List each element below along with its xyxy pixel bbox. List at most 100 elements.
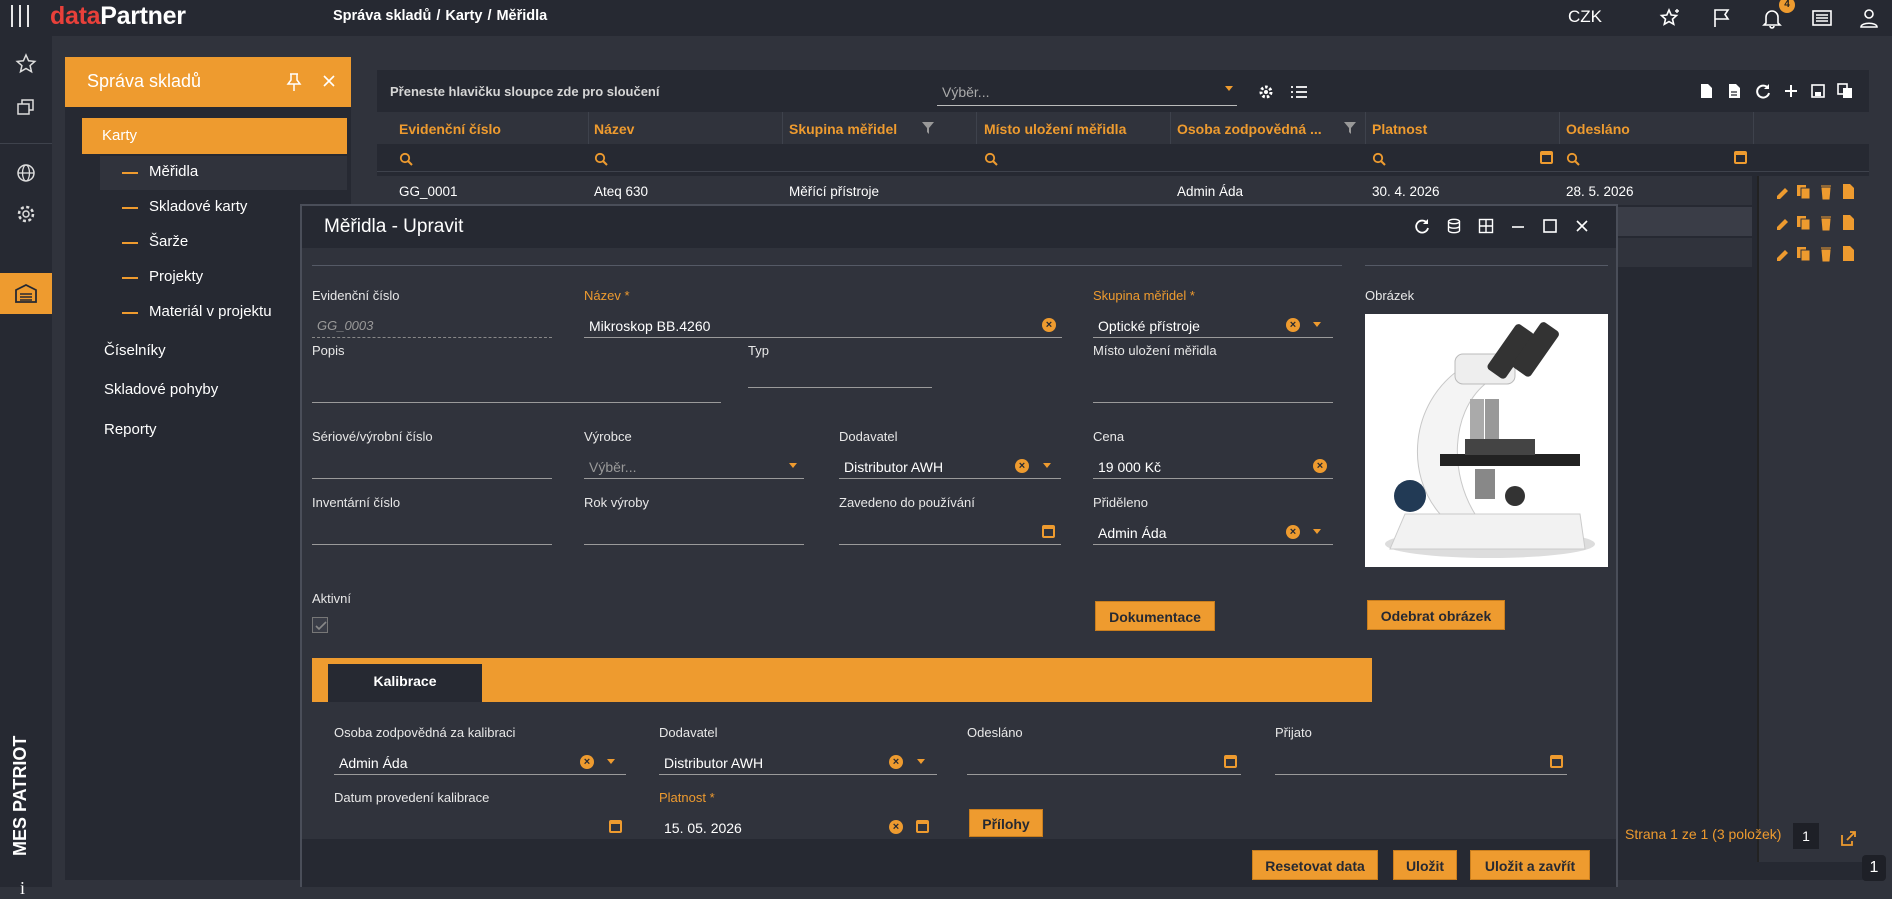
add-icon[interactable] — [1783, 83, 1799, 99]
close-icon[interactable] — [1574, 218, 1590, 234]
search-icon[interactable] — [984, 152, 998, 166]
sidebar-item-meridla[interactable]: Měřidla — [100, 156, 347, 190]
sidebar-item-karty[interactable]: Karty — [82, 118, 347, 154]
clear-icon[interactable]: × — [889, 755, 903, 769]
warehouse-icon[interactable] — [9, 276, 43, 310]
cena-input[interactable]: 19 000 Kč × — [1093, 455, 1333, 479]
chevron-down-icon[interactable] — [1043, 463, 1051, 468]
layout-grid-icon[interactable] — [1478, 218, 1494, 234]
export-doc-icon[interactable] — [1699, 83, 1713, 99]
breadcrumb-item[interactable]: Karty — [445, 8, 482, 24]
save-button[interactable]: Uložit — [1393, 850, 1457, 880]
chevron-down-icon[interactable] — [1313, 529, 1321, 534]
currency-selector[interactable]: CZK — [1568, 7, 1602, 27]
typ-input[interactable] — [748, 364, 932, 388]
filter-icon[interactable] — [921, 121, 935, 135]
clear-icon[interactable]: × — [889, 820, 903, 834]
open-external-icon[interactable] — [1833, 824, 1863, 854]
column-header-platnost[interactable]: Platnost — [1372, 121, 1427, 137]
rok-input[interactable] — [584, 521, 804, 545]
remove-image-button[interactable]: Odebrat obrázek — [1367, 600, 1505, 630]
column-header-evid[interactable]: Evidenční číslo — [399, 121, 501, 137]
search-icon[interactable] — [594, 152, 608, 166]
dokumentace-button[interactable]: Dokumentace — [1095, 601, 1215, 631]
gear-icon[interactable] — [1257, 83, 1275, 101]
star-magic-icon[interactable] — [1658, 7, 1682, 29]
refresh-icon[interactable] — [1414, 218, 1430, 234]
breadcrumb-item[interactable]: Správa skladů — [333, 8, 431, 24]
calendar-icon[interactable] — [916, 820, 929, 833]
database-icon[interactable] — [1446, 218, 1462, 234]
clear-icon[interactable]: × — [1313, 459, 1327, 473]
clear-icon[interactable]: × — [580, 755, 594, 769]
save-close-button[interactable]: Uložit a zavřít — [1470, 850, 1590, 880]
chevron-down-icon[interactable] — [917, 759, 925, 764]
page-number[interactable]: 1 — [1793, 823, 1819, 849]
calendar-icon[interactable] — [609, 820, 622, 833]
save-icon[interactable] — [1811, 83, 1825, 99]
maximize-icon[interactable] — [1542, 218, 1558, 234]
calendar-icon[interactable] — [1734, 151, 1747, 164]
user-icon[interactable] — [1857, 7, 1881, 29]
calendar-icon[interactable] — [1540, 151, 1553, 164]
settings-gear-icon[interactable] — [9, 197, 43, 231]
logo[interactable]: dataPartner — [50, 2, 186, 31]
inventar-input[interactable] — [312, 521, 552, 545]
column-header-odeslano[interactable]: Odesláno — [1566, 121, 1630, 137]
favorites-star-icon[interactable] — [9, 47, 43, 81]
nazev-input[interactable]: Mikroskop BB.4260 × — [584, 314, 1062, 338]
search-icon[interactable] — [1566, 152, 1580, 166]
vyrobce-select[interactable]: Výběr... — [584, 455, 804, 479]
column-header-misto[interactable]: Místo uložení měřidla — [984, 121, 1126, 137]
kal-osoba-select[interactable]: Admin Áda × — [334, 751, 626, 775]
table-row[interactable]: GG_0001 Ateq 630 Měřící přístroje Admin … — [377, 176, 1752, 206]
kal-dodavatel-select[interactable]: Distributor AWH × — [659, 751, 937, 775]
sidebar-item-reporty[interactable]: Reporty — [104, 421, 157, 438]
calendar-icon[interactable] — [1224, 755, 1237, 768]
column-list-icon[interactable] — [1290, 84, 1308, 100]
layout-select[interactable]: Výběr... — [937, 78, 1237, 106]
chevron-down-icon[interactable] — [1313, 322, 1321, 327]
clear-icon[interactable]: × — [1042, 318, 1056, 332]
prideleno-select[interactable]: Admin Áda × — [1093, 521, 1333, 545]
minimize-icon[interactable] — [1510, 218, 1526, 234]
serial-input[interactable] — [312, 455, 552, 479]
refresh-icon[interactable] — [1755, 83, 1771, 99]
bottom-count-badge[interactable]: 1 — [1862, 855, 1886, 881]
news-icon[interactable] — [1810, 7, 1834, 29]
clear-icon[interactable]: × — [1286, 525, 1300, 539]
skupina-select[interactable]: Optické přístroje × — [1093, 314, 1333, 338]
flag-icon[interactable] — [1710, 7, 1734, 29]
search-icon[interactable] — [399, 152, 413, 166]
tab-kalibrace[interactable]: Kalibrace — [328, 664, 482, 702]
kal-odeslano-date[interactable] — [967, 751, 1241, 775]
sidebar-item-skladove-pohyby[interactable]: Skladové pohyby — [104, 381, 218, 398]
close-icon[interactable] — [321, 73, 337, 89]
search-icon[interactable] — [1372, 152, 1386, 166]
info-icon[interactable]: i — [20, 878, 25, 899]
calendar-icon[interactable] — [1550, 755, 1563, 768]
kal-prijato-date[interactable] — [1275, 751, 1567, 775]
windows-icon[interactable] — [9, 90, 43, 124]
zavedeno-date[interactable] — [839, 521, 1061, 545]
export-doc2-icon[interactable] — [1727, 83, 1741, 99]
column-header-nazev[interactable]: Název — [594, 121, 634, 137]
menu-icon[interactable] — [8, 3, 32, 29]
popis-textarea[interactable] — [312, 383, 721, 403]
copy-icon[interactable] — [1837, 83, 1853, 99]
calendar-icon[interactable] — [1042, 525, 1055, 538]
chevron-down-icon[interactable] — [789, 463, 797, 468]
kal-platnost-date[interactable]: 15. 05. 2026 × — [659, 816, 937, 840]
misto-textarea[interactable] — [1093, 383, 1333, 403]
filter-icon[interactable] — [1343, 121, 1357, 135]
clear-icon[interactable]: × — [1286, 318, 1300, 332]
clear-icon[interactable]: × — [1015, 459, 1029, 473]
aktivni-checkbox[interactable] — [312, 617, 328, 633]
globe-icon[interactable] — [9, 156, 43, 190]
kal-datum-date[interactable] — [334, 816, 626, 840]
chevron-down-icon[interactable] — [607, 759, 615, 764]
sidebar-item-ciselniky[interactable]: Číselníky — [104, 342, 166, 359]
column-header-skupina[interactable]: Skupina měřidel — [789, 121, 897, 137]
column-header-osoba[interactable]: Osoba zodpovědná ... — [1177, 121, 1322, 137]
dodavatel-select[interactable]: Distributor AWH × — [839, 455, 1061, 479]
